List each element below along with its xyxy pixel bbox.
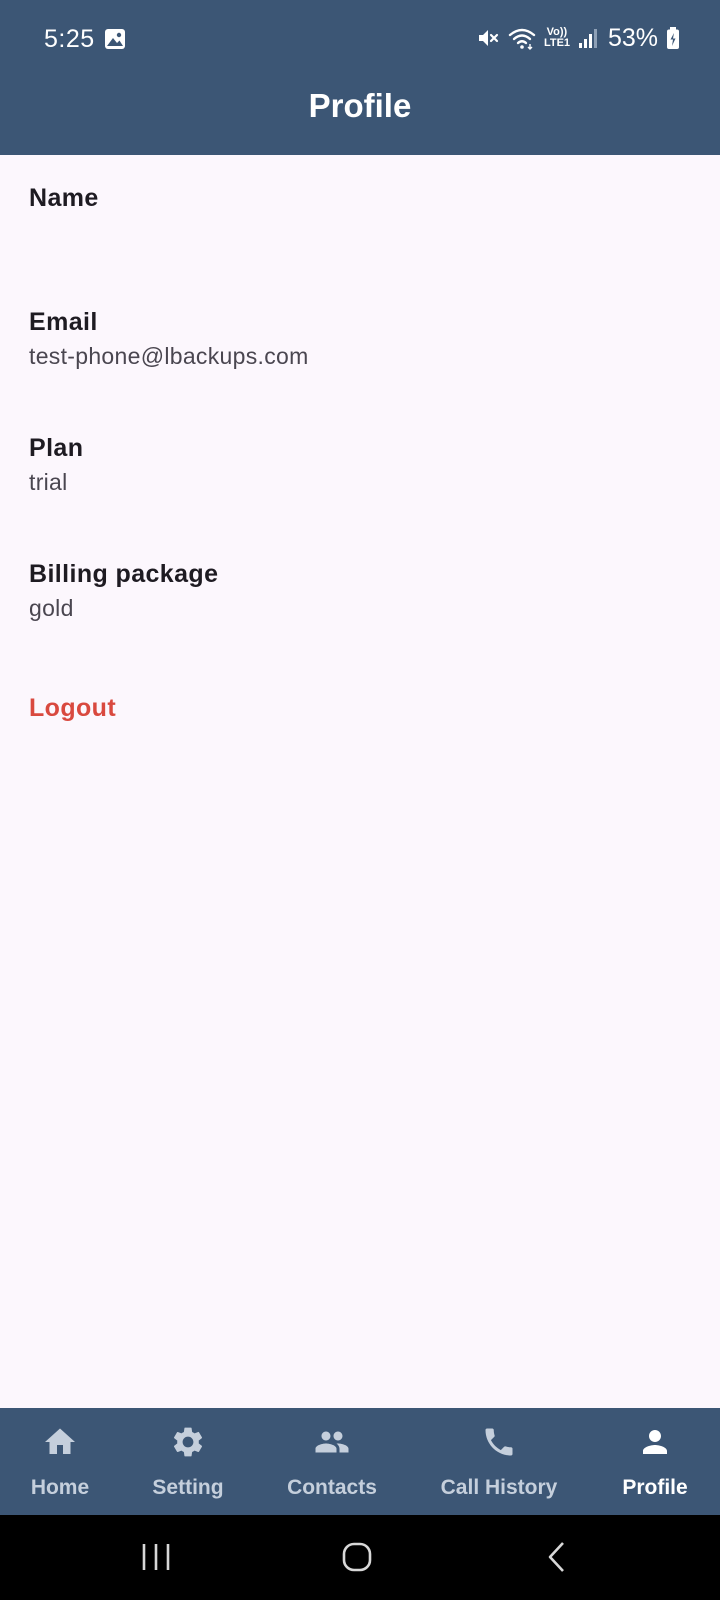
nav-item-home[interactable]: Home: [10, 1408, 110, 1515]
nav-label-setting: Setting: [152, 1476, 224, 1499]
nav-item-profile[interactable]: Profile: [605, 1408, 705, 1515]
phone-icon: [485, 1428, 513, 1456]
nav-label-home: Home: [30, 1476, 90, 1499]
person-icon: [643, 1430, 667, 1454]
nav-item-call-history[interactable]: Call History: [424, 1408, 574, 1515]
system-navigation-bar: [0, 1515, 720, 1600]
gear-icon: [173, 1427, 203, 1457]
email-label: Email: [29, 308, 98, 336]
billing-field: Billing package gold: [29, 558, 218, 623]
name-label: Name: [29, 184, 99, 212]
logout-button[interactable]: Logout: [29, 692, 116, 724]
battery-icon: [667, 27, 679, 49]
volte-bottom-label: LTE1: [543, 37, 571, 49]
status-time: 5:25: [44, 25, 95, 53]
status-icons: Vo)) LTE1 53%: [476, 20, 680, 56]
plan-field: Plan trial: [29, 432, 83, 497]
signal-icon: [578, 29, 597, 48]
bottom-navigation: Home Setting Contacts Call History Profi…: [0, 1408, 720, 1515]
name-field: Name: [29, 182, 99, 217]
gallery-icon: [105, 29, 125, 49]
email-value: test-phone@lbackups.com: [29, 343, 309, 369]
plan-label: Plan: [29, 434, 84, 462]
back-icon[interactable]: [538, 1537, 578, 1577]
page-title: Profile: [308, 87, 412, 124]
nav-label-contacts: Contacts: [287, 1476, 377, 1499]
mute-icon: [478, 30, 499, 46]
nav-item-contacts[interactable]: Contacts: [272, 1408, 392, 1515]
email-field: Email test-phone@lbackups.com: [29, 306, 309, 371]
people-icon: [315, 1431, 349, 1453]
wifi-icon: [508, 28, 536, 50]
recent-apps-icon[interactable]: [136, 1537, 176, 1577]
profile-content: Name Email test-phone@lbackups.com Plan …: [0, 155, 720, 1408]
volte-icon: Vo)) LTE1: [544, 27, 570, 49]
billing-label: Billing package: [29, 560, 219, 588]
top-app-bar: 5:25 Vo)) LTE1 53% Profile: [0, 0, 720, 155]
home-icon: [45, 1428, 75, 1454]
home-circle-icon[interactable]: [337, 1537, 377, 1577]
nav-label-profile: Profile: [622, 1476, 688, 1499]
billing-value: gold: [29, 595, 74, 621]
nav-item-setting[interactable]: Setting: [138, 1408, 238, 1515]
plan-value: trial: [29, 469, 68, 495]
battery-percent: 53%: [607, 24, 658, 52]
nav-label-call-history: Call History: [440, 1476, 558, 1499]
